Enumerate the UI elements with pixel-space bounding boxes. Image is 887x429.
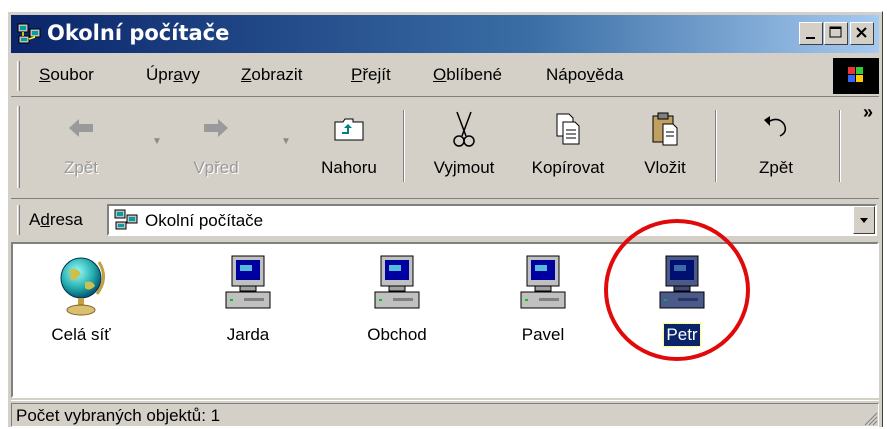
file-view[interactable]: Celá síť Jarda Obchod Pavel Petr	[11, 242, 879, 398]
forward-arrow-icon	[204, 119, 228, 137]
paste-icon	[652, 112, 678, 146]
back-label: Zpět	[63, 158, 99, 177]
scissors-icon	[453, 111, 475, 147]
cut-button[interactable]: Vyjmout	[417, 104, 511, 188]
maximize-icon	[829, 26, 842, 38]
toolbar-chevron-icon[interactable]: »	[863, 102, 873, 123]
forward-button[interactable]: Vpřed	[171, 104, 261, 188]
windows-flag-icon	[848, 67, 863, 82]
back-arrow-icon	[69, 119, 93, 137]
undo-button[interactable]: Zpět	[736, 104, 816, 188]
status-cell: Počet vybraných objektů: 1	[11, 403, 879, 427]
explorer-window: Okolní počítače Soubor Úpravy Zobrazit P…	[7, 11, 883, 427]
item-cela-sit[interactable]: Celá síť	[31, 252, 131, 346]
minimize-icon	[806, 37, 815, 39]
window-title: Okolní počítače	[47, 21, 230, 45]
toolbar-grip[interactable]	[17, 106, 20, 188]
address-label: Adresa	[29, 210, 83, 229]
address-field[interactable]: Okolní počítače	[107, 204, 877, 236]
menu-prejit[interactable]: Přejít	[351, 65, 391, 85]
back-dropdown-icon[interactable]: ▼	[152, 136, 162, 147]
item-obchod[interactable]: Obchod	[347, 252, 447, 346]
resize-grip-icon[interactable]	[862, 410, 878, 426]
item-label: Petr	[663, 323, 701, 347]
address-value: Okolní počítače	[145, 211, 264, 230]
cut-label: Vyjmout	[433, 158, 495, 177]
maximize-button[interactable]	[824, 22, 848, 45]
folder-up-icon	[334, 118, 364, 141]
dropdown-arrow-icon	[860, 218, 868, 223]
up-button[interactable]: Nahoru	[303, 104, 395, 188]
undo-icon	[764, 116, 787, 137]
item-jarda[interactable]: Jarda	[198, 252, 298, 346]
up-label: Nahoru	[321, 158, 377, 177]
close-icon	[856, 27, 867, 38]
forward-label: Vpřed	[193, 158, 239, 177]
computer-icon	[659, 255, 705, 309]
standard-toolbar: Zpět ▼ Vpřed ▼ Nahoru Vyjmout Kopírovat …	[11, 98, 879, 199]
network-neighborhood-icon	[114, 209, 138, 230]
forward-dropdown-icon[interactable]: ▼	[281, 136, 291, 147]
item-label: Obchod	[367, 325, 427, 344]
menu-bar: Soubor Úpravy Zobrazit Přejít Oblíbené N…	[11, 56, 879, 97]
menu-oblibene[interactable]: Oblíbené	[433, 65, 502, 85]
address-bar: Adresa Okolní počítače	[11, 201, 879, 239]
network-neighborhood-icon	[17, 23, 41, 44]
globe-icon	[60, 257, 105, 316]
item-label: Pavel	[521, 325, 565, 344]
copy-button[interactable]: Kopírovat	[513, 104, 623, 188]
toolbar-separator	[839, 110, 841, 182]
menu-upravy[interactable]: Úpravy	[146, 65, 200, 85]
toolbar-separator	[715, 110, 717, 182]
undo-label: Zpět	[758, 158, 794, 177]
item-pavel[interactable]: Pavel	[493, 252, 593, 346]
copy-icon	[556, 113, 580, 145]
computer-icon	[225, 255, 271, 309]
item-label: Celá síť	[51, 325, 111, 344]
address-grip[interactable]	[17, 205, 20, 235]
windows-logo	[833, 58, 879, 94]
close-button[interactable]	[850, 22, 874, 45]
toolbar-separator	[403, 110, 405, 182]
menu-zobrazit[interactable]: Zobrazit	[241, 65, 302, 85]
address-dropdown-button[interactable]	[853, 206, 875, 234]
item-petr[interactable]: Petr	[632, 252, 732, 347]
title-bar[interactable]: Okolní počítače	[11, 15, 879, 53]
paste-button[interactable]: Vložit	[625, 104, 705, 188]
item-label: Jarda	[226, 325, 270, 344]
computer-icon	[374, 255, 420, 309]
menu-soubor[interactable]: Soubor	[39, 65, 94, 85]
copy-label: Kopírovat	[531, 158, 605, 177]
status-bar: Počet vybraných objektů: 1	[11, 400, 879, 429]
paste-label: Vložit	[644, 158, 686, 177]
back-button[interactable]: Zpět	[41, 104, 121, 188]
minimize-button[interactable]	[799, 22, 823, 45]
status-text: Počet vybraných objektů: 1	[16, 406, 221, 425]
menu-grip[interactable]	[17, 61, 20, 91]
menu-napoveda[interactable]: Nápověda	[546, 65, 624, 85]
computer-icon	[520, 255, 566, 309]
